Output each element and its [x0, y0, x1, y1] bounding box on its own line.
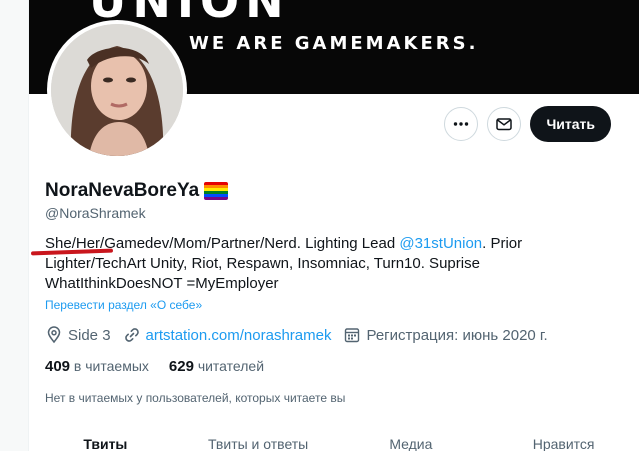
tab-likes[interactable]: Нравится [487, 436, 639, 451]
avatar[interactable] [51, 24, 183, 156]
followers-count: 629 [168, 358, 194, 375]
name-row: NoraNevaBoreYa [45, 180, 229, 202]
follow-button[interactable]: Читать [530, 106, 611, 142]
following-count: 409 [45, 358, 71, 375]
banner-logo: UNION [89, 0, 290, 28]
display-name: NoraNevaBoreYa [45, 180, 200, 201]
follow-stats: 409 в читаемых 629 читателей [45, 358, 264, 375]
followers-label: читателей [197, 358, 265, 374]
tab-tweets[interactable]: Твиты [29, 436, 182, 451]
profile-tabs: Твиты Твиты и ответы Медиа Нравится [29, 436, 639, 451]
user-handle: @NoraShramek [45, 205, 146, 221]
profile-column: UNION WE ARE GAMEMAKERS. Читать NoraNeva… [28, 0, 639, 451]
tab-media[interactable]: Медиа [335, 436, 488, 451]
tab-tweets-replies[interactable]: Твиты и ответы [182, 436, 335, 451]
message-button[interactable] [487, 107, 522, 141]
location-item: Side 3 [45, 326, 111, 344]
joined-item: Регистрация: июнь 2020 г. [343, 326, 548, 344]
mail-icon [496, 118, 513, 131]
following-label: в читаемых [73, 358, 149, 374]
website-item: artstation.com/norashramek [123, 326, 332, 344]
mutual-followers-note: Нет в читаемых у пользователей, которых … [45, 391, 346, 405]
translate-bio-link[interactable]: Перевести раздел «О себе» [45, 298, 202, 312]
left-gutter [0, 0, 28, 451]
joined-text: Регистрация: июнь 2020 г. [366, 326, 548, 344]
bio: She/Her/Gamedev/Mom/Partner/Nerd. Lighti… [45, 234, 585, 294]
location-pin-icon [47, 326, 61, 344]
bio-mention-link[interactable]: @31stUnion [399, 235, 482, 252]
avatar-photo-icon [51, 24, 183, 156]
following-stat[interactable]: 409 в читаемых [45, 358, 149, 375]
banner-tagline: WE ARE GAMEMAKERS. [189, 33, 479, 54]
calendar-icon [345, 328, 360, 343]
location-text: Side 3 [68, 326, 111, 344]
more-button[interactable] [444, 107, 479, 141]
followers-stat[interactable]: 629 читателей [169, 358, 264, 375]
website-link[interactable]: artstation.com/norashramek [146, 327, 332, 344]
profile-meta: Side 3 artstation.com/norashramek Регист… [45, 326, 560, 344]
profile-actions: Читать [444, 106, 611, 142]
avatar-ring [47, 20, 187, 160]
rainbow-flag-icon [204, 182, 229, 200]
more-icon [454, 122, 469, 126]
link-icon [124, 328, 139, 342]
profile-page: UNION WE ARE GAMEMAKERS. Читать NoraNeva… [0, 0, 639, 451]
